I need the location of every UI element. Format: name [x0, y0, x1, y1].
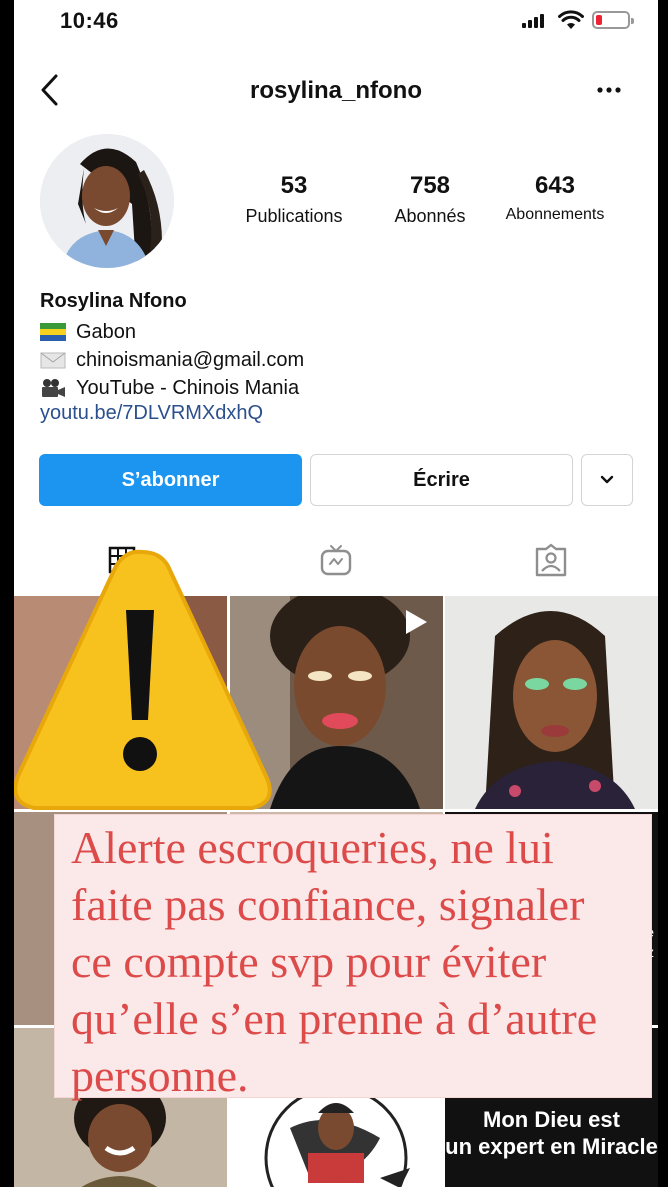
- username-title: rosylina_nfono: [249, 77, 423, 104]
- tab-igtv[interactable]: [316, 540, 356, 580]
- posts-count-label: Publications: [245, 206, 343, 226]
- profile-name: Rosylina Nfono: [40, 290, 187, 312]
- warning-triangle-icon: [14, 549, 272, 810]
- following-count[interactable]: 643 Abonnements: [490, 172, 620, 224]
- post-9-caption-1: Mon Dieu est: [483, 1107, 620, 1132]
- more-options-icon[interactable]: [594, 80, 624, 100]
- status-time: 10:46: [60, 8, 119, 33]
- follow-button[interactable]: S’abonner: [39, 454, 302, 506]
- bio-line-country: Gabon: [40, 318, 640, 346]
- status-bar: 10:46: [14, 0, 658, 44]
- alert-line-1: Alerte escroqueries, ne lui: [71, 822, 554, 873]
- posts-count-value: 53: [280, 172, 308, 199]
- wifi-icon: [558, 10, 584, 29]
- bio-country-text: Gabon: [76, 320, 137, 343]
- following-count-value: 643: [534, 172, 576, 199]
- portrait-photo: [445, 596, 658, 809]
- video-camera-icon: [42, 379, 65, 397]
- video-play-icon: [406, 610, 427, 634]
- profile-header: rosylina_nfono: [14, 60, 658, 120]
- bio-youtube-text: YouTube - Chinois Mania: [76, 376, 300, 399]
- posts-count[interactable]: 53 Publications: [234, 172, 354, 227]
- scam-alert-text: Alerte escroqueries, ne lui faite pas co…: [71, 819, 645, 1104]
- avatar-portrait: [40, 134, 174, 268]
- profile-bio: Rosylina Nfono Gabon chinoismania@gmail.…: [40, 290, 640, 432]
- scam-alert-box: Alerte escroqueries, ne lui faite pas co…: [54, 814, 652, 1101]
- following-count-label: Abonnements: [505, 206, 605, 223]
- tab-tagged[interactable]: [531, 540, 571, 580]
- igtv-icon: [320, 545, 352, 576]
- alert-line-5: personne.: [71, 1050, 249, 1101]
- bio-line-email: chinoismania@gmail.com: [40, 346, 640, 374]
- suggested-accounts-button[interactable]: [581, 454, 633, 506]
- signal-icon: [522, 14, 544, 28]
- alert-line-4: qu’elle s’en prenne à d’autre: [71, 993, 598, 1044]
- profile-stats: 53 Publications 758 Abonnés 643 Abonneme…: [234, 172, 614, 232]
- grid-post-3[interactable]: [445, 596, 658, 809]
- post-8-logo-text: Chinois: [314, 1168, 359, 1182]
- followers-count[interactable]: 758 Abonnés: [370, 172, 490, 227]
- avatar[interactable]: [40, 134, 174, 268]
- message-button[interactable]: Écrire: [310, 454, 573, 506]
- followers-count-label: Abonnés: [394, 206, 466, 226]
- envelope-icon: [40, 352, 66, 369]
- alert-line-2: faite pas confiance, signaler: [71, 879, 585, 930]
- bio-line-youtube: YouTube - Chinois Mania: [40, 374, 640, 402]
- phone-screen: 10:46 rosylina_nfono 53 Publications 758…: [14, 0, 658, 1187]
- chevron-down-icon: [600, 475, 614, 484]
- tagged-icon: [535, 543, 567, 577]
- followers-count-value: 758: [409, 172, 451, 199]
- alert-line-3: ce compte svp pour éviter: [71, 936, 547, 987]
- battery-icon: [592, 11, 634, 29]
- gabon-flag-icon: [40, 323, 66, 341]
- bio-email-text[interactable]: chinoismania@gmail.com: [76, 349, 304, 372]
- post-9-caption-2: un expert en Miracle: [445, 1134, 658, 1159]
- bio-website-link[interactable]: youtu.be/7DLVRMXdxhQ: [40, 402, 640, 432]
